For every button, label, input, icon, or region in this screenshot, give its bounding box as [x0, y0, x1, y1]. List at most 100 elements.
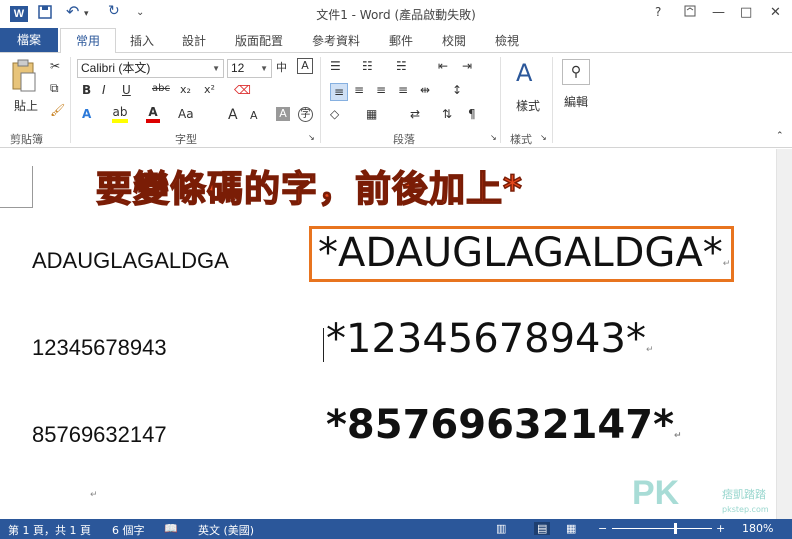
proofing-icon[interactable]: 📖	[164, 522, 178, 535]
text-effects-icon[interactable]: A	[82, 107, 91, 121]
styles-button[interactable]: A 樣式	[508, 57, 548, 123]
grow-font-icon[interactable]: A	[228, 107, 238, 123]
window-title: 文件1 - Word (產品啟動失敗)	[316, 8, 476, 22]
styles-group-label: 樣式	[510, 133, 532, 146]
underline-button[interactable]: U	[122, 83, 131, 97]
font-group-label: 字型	[175, 133, 197, 146]
maximize-button[interactable]: □	[740, 5, 752, 20]
watermark-logo: PK	[632, 474, 680, 512]
phonetic-guide-icon[interactable]: 中	[276, 59, 287, 75]
binoculars-icon: ⚲	[562, 59, 590, 85]
tab-mailings[interactable]: 郵件	[389, 32, 413, 49]
barcode-text-line-3[interactable]: *85769632147*↵	[326, 402, 682, 448]
borders-icon[interactable]: ▦	[366, 107, 377, 121]
font-color-icon[interactable]: A	[146, 105, 160, 123]
styles-label: 樣式	[515, 99, 540, 113]
zoom-slider-thumb[interactable]	[674, 523, 677, 534]
ribbon: 貼上 ✂ ⧉ 🖌 剪貼簿 Calibri (本文) ▼ 12 ▼ 中 A B I U…	[0, 52, 792, 148]
distributed-icon[interactable]: ⇹	[420, 83, 430, 97]
font-dialog-launcher-icon[interactable]: ↘	[308, 133, 315, 142]
zoom-level[interactable]: 180%	[742, 522, 773, 535]
show-formatting-icon[interactable]: ¶	[468, 107, 476, 121]
copy-icon[interactable]: ⧉	[50, 81, 59, 96]
language-status[interactable]: 英文 (美國)	[198, 522, 254, 538]
strikethrough-button[interactable]: abc	[152, 83, 170, 94]
zoom-slider[interactable]	[612, 528, 712, 529]
align-right-icon[interactable]: ≡	[376, 83, 386, 97]
read-mode-icon[interactable]: ▥	[496, 522, 506, 535]
tab-home[interactable]: 常用	[60, 28, 116, 53]
ribbon-display-options-icon[interactable]	[684, 5, 696, 21]
numbering-icon[interactable]: ☷	[362, 59, 373, 73]
barcode-text-line-1[interactable]: *ADAUGLAGALDGA*↵	[318, 230, 730, 276]
paragraph-mark: ↵	[722, 259, 731, 269]
font-size-combo[interactable]: 12 ▼	[227, 59, 272, 78]
editing-button[interactable]: ⚲ 編輯	[558, 57, 594, 123]
tab-insert[interactable]: 插入	[130, 32, 154, 49]
barcode-text-3: *85769632147*	[326, 402, 674, 448]
superscript-button[interactable]: x²	[204, 83, 215, 96]
bold-button[interactable]: B	[82, 83, 91, 97]
tab-file[interactable]: 檔案	[0, 28, 58, 52]
page-count[interactable]: 第 1 頁，共 1 頁	[8, 522, 91, 538]
character-shading-icon[interactable]: A	[276, 107, 290, 121]
sort-icon[interactable]: ⇅	[442, 107, 452, 121]
asian-layout-icon[interactable]: ⇄	[410, 107, 420, 121]
annotation-heading: 要變條碼的字，前後加上*	[95, 168, 523, 211]
barcode-text-line-2[interactable]: *12345678943*↵	[326, 316, 654, 362]
font-name-combo[interactable]: Calibri (本文) ▼	[77, 59, 224, 78]
paragraph-mark: ↵	[90, 490, 98, 500]
tab-view[interactable]: 檢視	[495, 32, 519, 49]
paste-icon	[12, 59, 36, 92]
tab-layout[interactable]: 版面配置	[235, 32, 283, 49]
shading-icon[interactable]: ◇	[330, 107, 339, 121]
minimize-button[interactable]: —	[712, 5, 725, 20]
highlight-color-icon[interactable]: ab	[112, 105, 128, 123]
multilevel-list-icon[interactable]: ☵	[396, 59, 407, 73]
zoom-out-icon[interactable]: −	[598, 522, 607, 535]
plain-text-line-1[interactable]: ADAUGLAGALDGA	[32, 248, 229, 274]
watermark-sub: 痞凱踏踏 pkstep.com	[722, 486, 769, 515]
collapse-ribbon-icon[interactable]: ⌃	[776, 131, 784, 141]
shrink-font-icon[interactable]: A	[250, 109, 258, 122]
line-spacing-icon[interactable]: ↕	[452, 83, 462, 97]
justify-icon[interactable]: ≡	[398, 83, 408, 97]
close-button[interactable]: ✕	[770, 5, 781, 20]
zoom-in-icon[interactable]: +	[716, 522, 725, 535]
paste-button[interactable]: 貼上	[8, 59, 44, 119]
cut-icon[interactable]: ✂	[50, 59, 60, 73]
format-painter-icon[interactable]: 🖌	[50, 103, 65, 117]
tab-review[interactable]: 校閱	[442, 32, 466, 49]
help-icon[interactable]: ?	[655, 5, 661, 19]
align-left-icon[interactable]: ≡	[330, 83, 348, 101]
tab-design[interactable]: 設計	[182, 32, 206, 49]
vertical-scrollbar[interactable]	[776, 149, 792, 519]
clear-formatting-icon[interactable]: ⌫	[234, 83, 251, 97]
paragraph-dialog-launcher-icon[interactable]: ↘	[490, 133, 497, 142]
plain-text-line-3[interactable]: 85769632147	[32, 422, 167, 448]
change-case-icon[interactable]: Aa	[178, 107, 194, 121]
subscript-button[interactable]: x₂	[180, 83, 191, 96]
margin-marker	[0, 207, 33, 208]
tab-references[interactable]: 參考資料	[312, 32, 360, 49]
character-border-icon[interactable]: A	[297, 58, 313, 74]
barcode-text-2: *12345678943*	[326, 316, 646, 362]
align-center-icon[interactable]: ≡	[354, 83, 364, 97]
group-separator	[320, 57, 321, 143]
print-layout-icon[interactable]: ▤	[534, 522, 551, 535]
italic-button[interactable]: I	[102, 83, 106, 97]
title-bar: W ↶ ▾ ↻ ⌄ 文件1 - Word (產品啟動失敗) ? — □ ✕	[0, 0, 792, 28]
editing-label: 編輯	[563, 95, 588, 109]
word-count[interactable]: 6 個字	[112, 522, 145, 538]
decrease-indent-icon[interactable]: ⇤	[438, 59, 448, 73]
web-layout-icon[interactable]: ▦	[566, 522, 576, 535]
increase-indent-icon[interactable]: ⇥	[462, 59, 472, 73]
font-name-value: Calibri (本文)	[81, 61, 151, 75]
plain-text-line-2[interactable]: 12345678943	[32, 335, 167, 361]
watermark-url: pkstep.com	[722, 505, 769, 514]
status-bar: 第 1 頁，共 1 頁 6 個字 📖 英文 (美國) ▥ ▤ ▦ − + 180…	[0, 519, 792, 539]
enclose-characters-icon[interactable]: 字	[298, 107, 313, 122]
styles-dialog-launcher-icon[interactable]: ↘	[540, 133, 547, 142]
group-separator	[552, 57, 553, 143]
bullets-icon[interactable]: ☰	[330, 59, 341, 73]
